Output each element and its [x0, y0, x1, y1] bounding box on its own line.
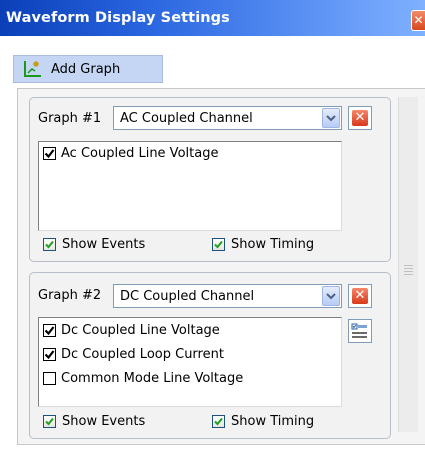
signal-list[interactable]: Ac Coupled Line Voltage	[38, 141, 342, 231]
close-button[interactable]: ✕	[411, 10, 425, 31]
channel-select-value: AC Coupled Channel	[120, 111, 253, 126]
graph-group-2: Graph #2 DC Coupled Channel ✕ Dc Coupled…	[29, 272, 391, 439]
add-graph-button[interactable]: Add Graph	[13, 55, 163, 83]
dropdown-arrow-icon[interactable]	[322, 286, 340, 306]
signal-checkbox[interactable]	[43, 324, 56, 337]
delete-icon: ✕	[352, 288, 368, 304]
show-timing-checkbox[interactable]	[212, 238, 225, 251]
signal-checkbox[interactable]	[43, 348, 56, 361]
close-icon: ✕	[413, 13, 424, 27]
signal-item[interactable]: Ac Coupled Line Voltage	[43, 146, 218, 161]
show-timing-label: Show Timing	[231, 237, 315, 252]
show-events-label: Show Events	[62, 237, 146, 252]
signal-checkbox[interactable]	[43, 372, 56, 385]
signal-item[interactable]: Common Mode Line Voltage	[43, 371, 243, 386]
title-bar: Waveform Display Settings ✕	[0, 0, 425, 36]
signal-checkbox[interactable]	[43, 147, 56, 160]
signal-label: Dc Coupled Line Voltage	[61, 323, 220, 338]
graph-group-1: Graph #1 AC Coupled Channel ✕ Ac Coupled…	[29, 97, 391, 262]
signal-list[interactable]: Dc Coupled Line Voltage Dc Coupled Loop …	[38, 317, 342, 407]
graph-label: Graph #2	[38, 288, 102, 303]
signal-item[interactable]: Dc Coupled Loop Current	[43, 347, 224, 362]
configure-signals-button[interactable]	[348, 319, 372, 343]
show-events-checkbox[interactable]	[43, 415, 56, 428]
channel-select[interactable]: AC Coupled Channel	[113, 106, 342, 130]
vertical-scrollbar[interactable]	[398, 97, 418, 432]
channel-select-value: DC Coupled Channel	[120, 289, 255, 304]
signal-item[interactable]: Dc Coupled Line Voltage	[43, 323, 220, 338]
signal-label: Dc Coupled Loop Current	[61, 347, 224, 362]
show-events-label: Show Events	[62, 414, 146, 429]
scroll-grip-icon[interactable]	[404, 265, 413, 277]
delete-graph-button[interactable]: ✕	[348, 106, 372, 130]
graph-label: Graph #1	[38, 111, 102, 126]
signal-label: Ac Coupled Line Voltage	[61, 146, 219, 161]
show-timing-label: Show Timing	[231, 414, 315, 429]
show-events-checkbox[interactable]	[43, 238, 56, 251]
channel-select[interactable]: DC Coupled Channel	[113, 284, 342, 308]
chart-add-icon	[24, 61, 41, 77]
add-graph-label: Add Graph	[51, 62, 121, 77]
delete-graph-button[interactable]: ✕	[348, 284, 372, 308]
dropdown-arrow-icon[interactable]	[322, 108, 340, 128]
list-settings-icon	[351, 323, 367, 338]
show-timing-checkbox[interactable]	[212, 415, 225, 428]
delete-icon: ✕	[352, 110, 368, 126]
window-title: Waveform Display Settings	[6, 10, 230, 26]
signal-label: Common Mode Line Voltage	[61, 371, 244, 386]
